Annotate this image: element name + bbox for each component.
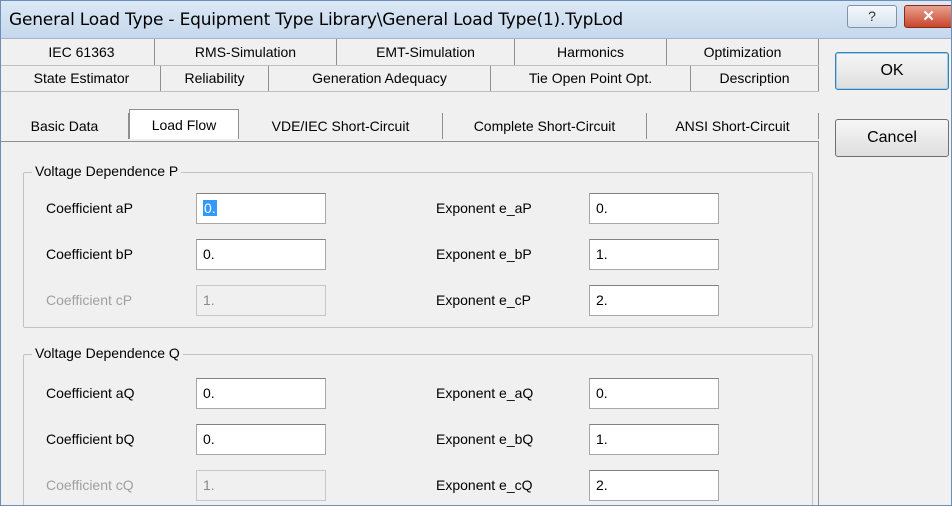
coefficient-ap-field[interactable]: 0.	[196, 193, 326, 224]
tab-complete-short-circuit[interactable]: Complete Short-Circuit	[443, 113, 647, 139]
label-coefficient-ap: Coefficient aP	[46, 200, 133, 216]
tab-strip: IEC 61363 RMS-Simulation EMT-Simulation …	[1, 39, 831, 143]
exponent-e-ap-field[interactable]: 0.	[589, 193, 719, 224]
group-title-p: Voltage Dependence P	[32, 163, 182, 179]
label-exponent-e-ap: Exponent e_aP	[436, 200, 532, 216]
tab-load-flow[interactable]: Load Flow	[129, 109, 239, 139]
title-bar: General Load Type - Equipment Type Libra…	[1, 1, 951, 39]
label-coefficient-aq: Coefficient aQ	[46, 385, 135, 401]
coefficient-aq-field[interactable]: 0.	[196, 378, 326, 409]
tab-description[interactable]: Description	[691, 65, 819, 91]
label-exponent-e-bp: Exponent e_bP	[436, 246, 532, 262]
ok-button[interactable]: OK	[835, 52, 949, 90]
exponent-e-cq-field[interactable]: 2.	[589, 470, 719, 501]
tab-vde-iec-short-circuit[interactable]: VDE/IEC Short-Circuit	[239, 113, 443, 139]
cancel-button[interactable]: Cancel	[835, 119, 949, 157]
tab-basic-data[interactable]: Basic Data	[1, 113, 129, 139]
window-title: General Load Type - Equipment Type Libra…	[9, 10, 623, 30]
help-button[interactable]: ?	[847, 5, 897, 28]
tab-tie-open-point-opt[interactable]: Tie Open Point Opt.	[491, 65, 691, 91]
label-coefficient-cp: Coefficient cP	[46, 292, 133, 308]
tab-state-estimator[interactable]: State Estimator	[3, 65, 161, 91]
label-exponent-e-bq: Exponent e_bQ	[436, 431, 534, 447]
label-exponent-e-cq: Exponent e_cQ	[436, 477, 533, 493]
coefficient-cp-field: 1.	[196, 285, 326, 316]
coefficient-bp-field[interactable]: 0.	[196, 239, 326, 270]
coefficient-cq-field: 1.	[196, 470, 326, 501]
exponent-e-cp-field[interactable]: 2.	[589, 285, 719, 316]
tab-optimization[interactable]: Optimization	[667, 39, 819, 65]
exponent-e-bq-field[interactable]: 1.	[589, 424, 719, 455]
tab-rms-simulation[interactable]: RMS-Simulation	[155, 39, 337, 65]
tab-panel-load-flow: Voltage Dependence P Coefficient aP 0. C…	[1, 141, 819, 505]
label-coefficient-cq: Coefficient cQ	[46, 477, 134, 493]
label-exponent-e-aq: Exponent e_aQ	[436, 385, 534, 401]
exponent-e-aq-field[interactable]: 0.	[589, 378, 719, 409]
label-coefficient-bq: Coefficient bQ	[46, 431, 135, 447]
tab-reliability[interactable]: Reliability	[161, 65, 269, 91]
group-title-q: Voltage Dependence Q	[32, 345, 183, 361]
tab-generation-adequacy[interactable]: Generation Adequacy	[269, 65, 491, 91]
tab-ansi-short-circuit[interactable]: ANSI Short-Circuit	[647, 113, 819, 139]
exponent-e-bp-field[interactable]: 1.	[589, 239, 719, 270]
tab-row-divider	[1, 91, 819, 92]
coefficient-ap-value: 0.	[203, 200, 217, 216]
group-voltage-dependence-p: Voltage Dependence P Coefficient aP 0. C…	[23, 163, 813, 328]
label-exponent-e-cp: Exponent e_cP	[436, 292, 531, 308]
help-icon: ?	[868, 8, 876, 24]
close-icon: ✕	[922, 8, 935, 25]
group-voltage-dependence-q: Voltage Dependence Q Coefficient aQ 0. C…	[23, 345, 813, 505]
tab-emt-simulation[interactable]: EMT-Simulation	[337, 39, 515, 65]
dialog-window: General Load Type - Equipment Type Libra…	[0, 0, 952, 506]
label-coefficient-bp: Coefficient bP	[46, 246, 133, 262]
tab-harmonics[interactable]: Harmonics	[515, 39, 667, 65]
tab-iec-61363[interactable]: IEC 61363	[9, 39, 155, 65]
close-button[interactable]: ✕	[904, 5, 951, 28]
tab-row-divider	[1, 65, 819, 66]
coefficient-bq-field[interactable]: 0.	[196, 424, 326, 455]
